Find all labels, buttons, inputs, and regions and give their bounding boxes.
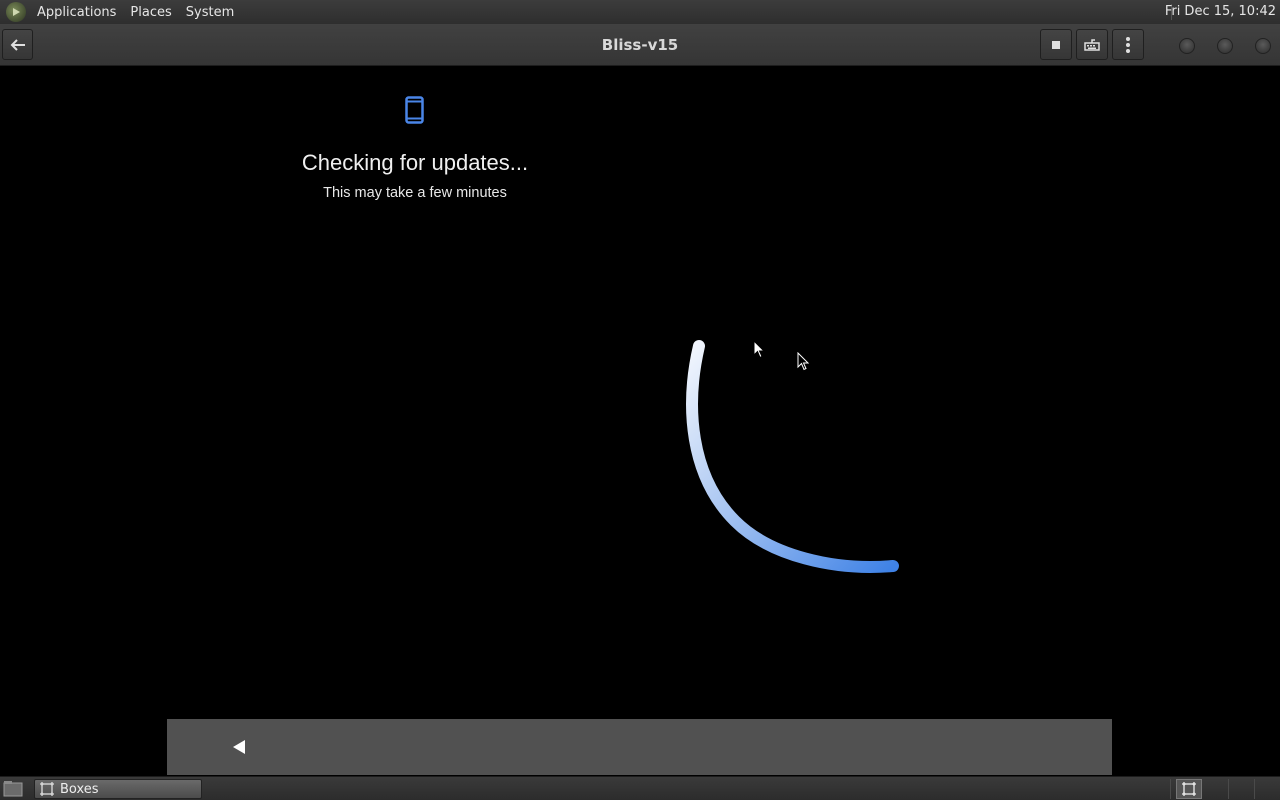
- distro-logo-icon[interactable]: [6, 2, 26, 22]
- menu-places[interactable]: Places: [127, 5, 174, 20]
- window-headerbar: Bliss-v15: [0, 24, 1280, 66]
- page-subtitle: This may take a few minutes: [323, 185, 507, 201]
- kebab-menu-icon: [1126, 36, 1130, 53]
- nav-back-icon[interactable]: [231, 739, 247, 755]
- page-title: Checking for updates...: [301, 150, 529, 175]
- loading-spinner: [686, 340, 899, 573]
- keyboard-button[interactable]: [1076, 29, 1108, 60]
- clock[interactable]: Fri Dec 15, 10:42: [1165, 4, 1276, 19]
- maximize-button[interactable]: [1217, 38, 1233, 54]
- mouse-cursor-icon: [753, 340, 766, 359]
- phone-icon: [405, 96, 424, 124]
- top-panel: Applications Places System Fri Dec 15, 1…: [0, 0, 1280, 24]
- guest-cursor-icon: [797, 352, 810, 371]
- vm-display[interactable]: Checking for updates... This may take a …: [0, 66, 1280, 776]
- stop-icon: [1052, 40, 1060, 49]
- minimize-button[interactable]: [1179, 38, 1195, 54]
- panel-separator: [1228, 779, 1229, 799]
- android-nav-bar: [167, 719, 1112, 775]
- menu-button[interactable]: [1112, 29, 1144, 60]
- show-desktop-icon[interactable]: [3, 780, 23, 798]
- stop-button[interactable]: [1040, 29, 1072, 60]
- keyboard-icon: [1084, 38, 1100, 51]
- boxes-app-icon: [40, 782, 54, 796]
- panel-separator: [1254, 779, 1255, 799]
- menu-applications[interactable]: Applications: [34, 5, 119, 20]
- menu-system[interactable]: System: [183, 5, 237, 20]
- workspace-icon: [1182, 782, 1196, 796]
- bottom-panel: Boxes: [0, 776, 1280, 800]
- taskbar-item-label: Boxes: [60, 781, 99, 797]
- workspace-switcher[interactable]: [1176, 779, 1202, 799]
- taskbar-item-boxes[interactable]: Boxes: [34, 779, 202, 799]
- panel-separator: [1170, 779, 1171, 799]
- close-button[interactable]: [1255, 38, 1271, 54]
